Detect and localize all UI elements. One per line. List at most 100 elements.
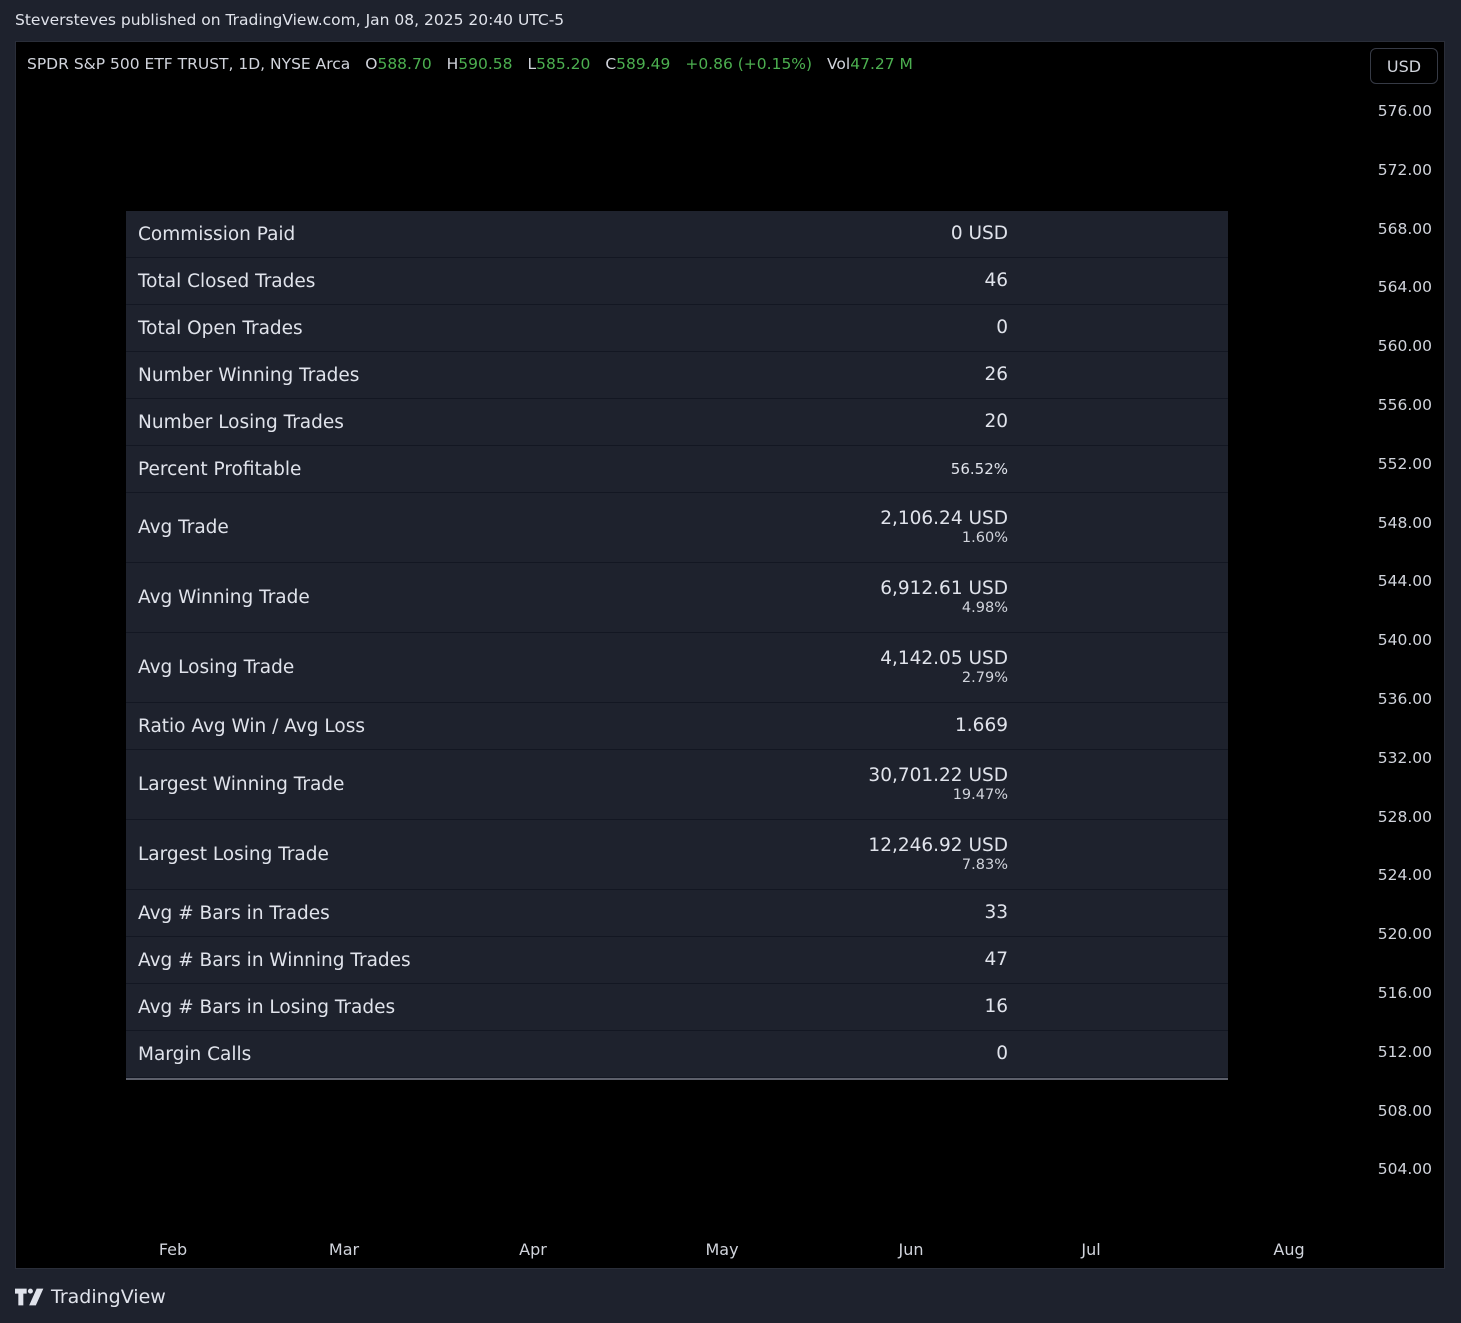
- stats-label: Total Closed Trades: [138, 270, 316, 292]
- stats-value-percent: 2.79%: [961, 669, 1008, 686]
- stats-label: Commission Paid: [138, 223, 296, 245]
- price-tick: 524.00: [1377, 866, 1432, 885]
- stats-value-main: 4,142.05 USD: [880, 647, 1008, 669]
- stats-value-main: 2,106.24 USD: [880, 507, 1008, 529]
- time-tick: Aug: [1273, 1240, 1305, 1259]
- stats-value-percent: 1.60%: [961, 529, 1008, 546]
- stats-row: Largest Winning Trade 30,701.22 USD 19.47%: [126, 750, 1228, 820]
- stats-value: 0: [708, 1043, 1008, 1065]
- time-tick: Mar: [328, 1240, 360, 1259]
- price-tick: 576.00: [1377, 102, 1432, 120]
- stats-row: Avg Trade 2,106.24 USD 1.60%: [126, 493, 1228, 563]
- stats-value-main: 30,701.22 USD: [868, 764, 1008, 786]
- change-value: +0.86 (+0.15%): [685, 55, 813, 73]
- stats-value: 26: [708, 364, 1008, 386]
- stats-row: Total Closed Trades 46: [126, 258, 1228, 305]
- price-tick: 552.00: [1377, 454, 1432, 473]
- stats-value-main: 56.52%: [950, 460, 1008, 478]
- stats-value-percent: 19.47%: [952, 786, 1008, 803]
- stats-row: Number Winning Trades 26: [126, 352, 1228, 399]
- price-tick: 536.00: [1377, 690, 1432, 708]
- stats-value-main: 0: [996, 1042, 1008, 1064]
- stats-value: 0 USD: [708, 223, 1008, 245]
- stats-label: Avg # Bars in Winning Trades: [138, 949, 411, 971]
- price-tick: 508.00: [1377, 1101, 1432, 1120]
- stats-value: 4,142.05 USD 2.79%: [708, 648, 1008, 688]
- price-tick: 572.00: [1377, 160, 1432, 179]
- stats-value-main: 20: [984, 410, 1008, 432]
- stats-row: Total Open Trades 0: [126, 305, 1228, 352]
- stats-row: Percent Profitable 56.52%: [126, 446, 1228, 493]
- symbol-title: SPDR S&P 500 ETF TRUST, 1D, NYSE Arca: [27, 55, 351, 73]
- stats-value-main: 6,912.61 USD: [880, 577, 1008, 599]
- stats-value-main: 33: [984, 901, 1008, 923]
- stats-row: Largest Losing Trade 12,246.92 USD 7.83%: [126, 820, 1228, 890]
- stats-label: Largest Winning Trade: [138, 774, 345, 795]
- volume-label: Vol: [827, 55, 851, 73]
- stats-label: Ratio Avg Win / Avg Loss: [138, 715, 365, 737]
- close-value: 589.49: [616, 55, 671, 73]
- price-tick: 528.00: [1377, 807, 1432, 826]
- price-tick: 516.00: [1377, 984, 1432, 1002]
- price-tick: 556.00: [1377, 396, 1432, 414]
- stats-value-main: 0: [996, 316, 1008, 338]
- stats-row: Avg Winning Trade 6,912.61 USD 4.98%: [126, 563, 1228, 633]
- stats-label: Avg # Bars in Trades: [138, 902, 330, 924]
- strategy-stats-table: Commission Paid 0 USD Total Closed Trades 4…: [126, 211, 1228, 1080]
- stats-value: 6,912.61 USD 4.98%: [708, 578, 1008, 618]
- stats-row: Avg # Bars in Winning Trades 47: [126, 937, 1228, 984]
- tradingview-logo-icon: [15, 1288, 44, 1306]
- stats-value-main: 47: [984, 948, 1008, 970]
- low-value: 585.20: [536, 55, 591, 73]
- time-tick: Apr: [519, 1240, 547, 1259]
- symbol-legend: SPDR S&P 500 ETF TRUST, 1D, NYSE Arca O5…: [27, 55, 913, 73]
- price-tick: 564.00: [1377, 278, 1432, 297]
- footer-brand-name: TradingView: [51, 1286, 166, 1308]
- stats-value-main: 0 USD: [950, 222, 1008, 244]
- stats-label: Avg Winning Trade: [138, 587, 310, 608]
- footer-brand: TradingView: [15, 1286, 166, 1308]
- price-tick: 520.00: [1377, 925, 1432, 944]
- time-tick: Jul: [1081, 1240, 1101, 1259]
- time-tick: May: [705, 1240, 739, 1259]
- price-axis[interactable]: 576.00 572.00 568.00 564.00 560.00 556.00 552.…: [1354, 42, 1444, 1222]
- stats-value-main: 1.669: [955, 714, 1008, 736]
- chart-pane[interactable]: SPDR S&P 500 ETF TRUST, 1D, NYSE Arca O5…: [15, 41, 1445, 1269]
- stats-value-main: 46: [984, 269, 1008, 291]
- price-tick: 532.00: [1377, 748, 1432, 767]
- price-tick: 568.00: [1377, 219, 1432, 238]
- stats-row: Commission Paid 0 USD: [126, 211, 1228, 258]
- time-axis[interactable]: Feb Mar Apr May Jun Jul Aug: [16, 1240, 1356, 1264]
- stats-value-percent: 4.98%: [961, 599, 1008, 616]
- stats-value: 20: [708, 411, 1008, 433]
- publish-info: Steversteves published on TradingView.co…: [15, 11, 565, 29]
- stats-row: Avg Losing Trade 4,142.05 USD 2.79%: [126, 633, 1228, 703]
- high-value: 590.58: [458, 55, 513, 73]
- stats-label: Largest Losing Trade: [138, 844, 329, 865]
- stats-value: 2,106.24 USD 1.60%: [708, 508, 1008, 548]
- stats-label: Percent Profitable: [138, 458, 302, 480]
- stats-value: 1.669: [708, 715, 1008, 737]
- stats-row: Avg # Bars in Losing Trades 16: [126, 984, 1228, 1031]
- stats-value-main: 26: [984, 363, 1008, 385]
- stats-label: Total Open Trades: [138, 317, 303, 339]
- stats-row: Ratio Avg Win / Avg Loss 1.669: [126, 703, 1228, 750]
- price-tick: 540.00: [1377, 631, 1432, 650]
- price-tick: 512.00: [1377, 1042, 1432, 1061]
- price-tick: 560.00: [1377, 337, 1432, 356]
- stats-value: 46: [708, 270, 1008, 292]
- low-label: L: [527, 55, 537, 73]
- stats-value: 16: [708, 996, 1008, 1018]
- stats-value: 56.52%: [708, 460, 1008, 478]
- volume-value: 47.27 M: [850, 55, 913, 73]
- open-value: 588.70: [377, 55, 432, 73]
- open-label: O: [365, 55, 378, 73]
- stats-label: Avg Losing Trade: [138, 657, 295, 678]
- stats-value-main: 12,246.92 USD: [868, 834, 1008, 856]
- time-tick: Jun: [898, 1240, 924, 1259]
- stats-value: 0: [708, 317, 1008, 339]
- stats-row: Margin Calls 0: [126, 1031, 1228, 1078]
- stats-value: 47: [708, 949, 1008, 971]
- stats-row: Avg # Bars in Trades 33: [126, 890, 1228, 937]
- stats-value: 30,701.22 USD 19.47%: [708, 765, 1008, 805]
